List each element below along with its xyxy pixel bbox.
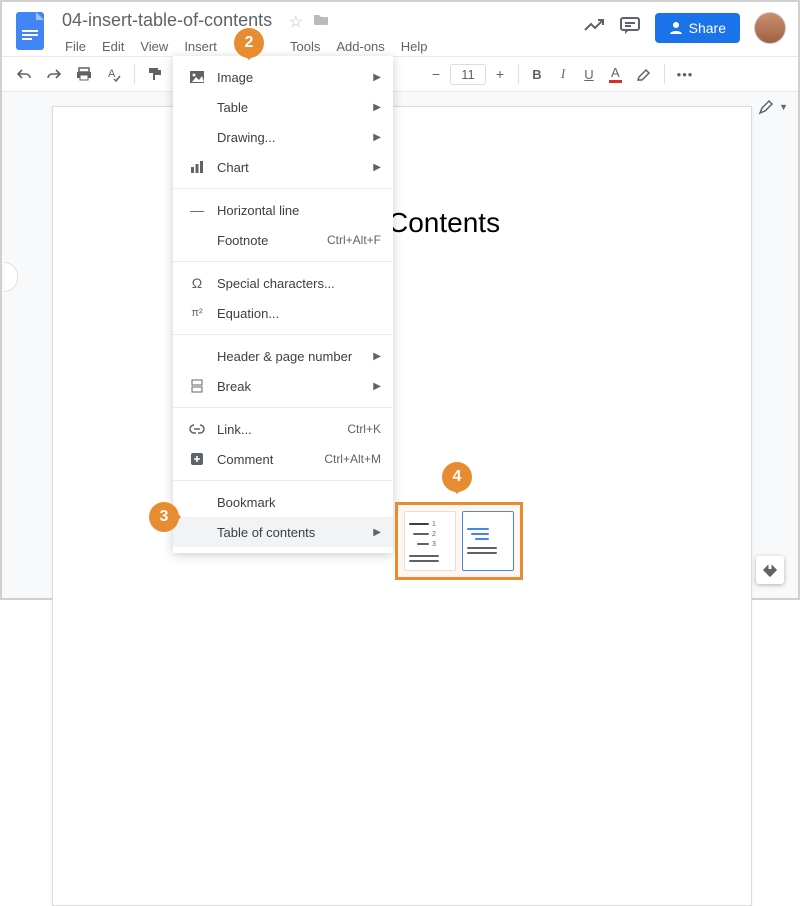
- font-size-dec[interactable]: −: [424, 61, 448, 87]
- bold-button[interactable]: B: [525, 61, 549, 87]
- submenu-arrow-icon: ▶: [373, 102, 381, 113]
- menu-item-image[interactable]: Image ▶: [173, 62, 393, 92]
- redo-button[interactable]: [40, 61, 68, 87]
- pencil-icon: [755, 96, 777, 118]
- menu-label: Special characters...: [209, 276, 381, 291]
- submenu-arrow-icon: ▶: [373, 351, 381, 362]
- menu-label: Table of contents: [209, 525, 373, 540]
- menu-item-bookmark[interactable]: Bookmark: [173, 487, 393, 517]
- callout-step-2: 2: [234, 28, 264, 58]
- spellcheck-button[interactable]: A: [100, 61, 128, 87]
- explore-button[interactable]: [756, 556, 784, 584]
- submenu-arrow-icon: ▶: [373, 132, 381, 143]
- svg-text:A: A: [108, 68, 116, 80]
- folder-icon[interactable]: [313, 12, 329, 32]
- menu-item-special-chars[interactable]: Ω Special characters...: [173, 268, 393, 298]
- menubar: File Edit View Insert Format Tools Add-o…: [58, 35, 583, 58]
- caret-down-icon: ▼: [779, 102, 788, 112]
- callout-step-4: 4: [442, 462, 472, 492]
- submenu-arrow-icon: ▶: [373, 381, 381, 392]
- paint-format-button[interactable]: [141, 61, 169, 87]
- add-comment-icon: [185, 452, 209, 466]
- toc-option-links[interactable]: [462, 511, 514, 571]
- menu-item-drawing[interactable]: Drawing... ▶: [173, 122, 393, 152]
- link-icon: [185, 424, 209, 434]
- menu-addons[interactable]: Add-ons: [329, 35, 391, 58]
- menu-item-link[interactable]: Link... Ctrl+K: [173, 414, 393, 444]
- menu-item-header-page-number[interactable]: Header & page number ▶: [173, 341, 393, 371]
- toc-submenu: 1 2 3: [395, 502, 523, 580]
- print-button[interactable]: [70, 61, 98, 87]
- omega-icon: Ω: [185, 275, 209, 291]
- menu-item-footnote[interactable]: Footnote Ctrl+Alt+F: [173, 225, 393, 255]
- menu-item-table-of-contents[interactable]: Table of contents ▶: [173, 517, 393, 547]
- app-header: 04-insert-table-of-contents ☆ File Edit …: [2, 2, 798, 56]
- outline-toggle[interactable]: [4, 262, 18, 292]
- menu-view[interactable]: View: [133, 35, 175, 58]
- submenu-arrow-icon: ▶: [373, 527, 381, 538]
- chart-icon: [185, 160, 209, 174]
- menu-label: Bookmark: [209, 495, 381, 510]
- callout-step-3: 3: [149, 502, 179, 532]
- title-area: 04-insert-table-of-contents ☆ File Edit …: [58, 8, 583, 58]
- page-break-icon: [185, 379, 209, 393]
- text-color-button[interactable]: A: [603, 61, 628, 87]
- menu-item-horizontal-line[interactable]: — Horizontal line: [173, 195, 393, 225]
- menu-file[interactable]: File: [58, 35, 93, 58]
- line-icon: —: [185, 202, 209, 218]
- pi-icon: π²: [185, 307, 209, 319]
- underline-button[interactable]: U: [577, 61, 601, 87]
- menu-item-chart[interactable]: Chart ▶: [173, 152, 393, 182]
- docs-logo-icon[interactable]: [14, 8, 50, 56]
- menu-item-equation[interactable]: π² Equation...: [173, 298, 393, 328]
- menu-label: Break: [209, 379, 373, 394]
- star-icon[interactable]: ☆: [289, 12, 303, 32]
- menu-insert[interactable]: Insert: [177, 35, 224, 58]
- menu-label: Table: [209, 100, 373, 115]
- font-size-inc[interactable]: +: [488, 61, 512, 87]
- menu-label: Drawing...: [209, 130, 373, 145]
- toolbar: A − 11 + B I U A •••: [2, 56, 798, 92]
- undo-button[interactable]: [10, 61, 38, 87]
- menu-item-comment[interactable]: Comment Ctrl+Alt+M: [173, 444, 393, 474]
- menu-item-table[interactable]: Table ▶: [173, 92, 393, 122]
- menu-label: Horizontal line: [209, 203, 381, 218]
- toc-option-page-numbers[interactable]: 1 2 3: [404, 511, 456, 571]
- insert-menu-dropdown: Image ▶ Table ▶ Drawing... ▶ Chart ▶ — H…: [173, 56, 393, 553]
- menu-label: Footnote: [209, 233, 327, 248]
- menu-label: Comment: [209, 452, 324, 467]
- menu-edit[interactable]: Edit: [95, 35, 131, 58]
- menu-label: Link...: [209, 422, 347, 437]
- menu-shortcut: Ctrl+Alt+M: [324, 452, 381, 466]
- comments-icon[interactable]: [619, 16, 641, 41]
- editing-mode-button[interactable]: ▼: [755, 96, 788, 118]
- image-icon: [185, 70, 209, 84]
- menu-label: Chart: [209, 160, 373, 175]
- menu-item-break[interactable]: Break ▶: [173, 371, 393, 401]
- submenu-arrow-icon: ▶: [373, 72, 381, 83]
- italic-button[interactable]: I: [551, 61, 575, 87]
- highlight-button[interactable]: [630, 61, 658, 87]
- user-avatar[interactable]: [754, 12, 786, 44]
- font-size-input[interactable]: 11: [450, 64, 486, 85]
- menu-shortcut: Ctrl+K: [347, 422, 381, 436]
- submenu-arrow-icon: ▶: [373, 162, 381, 173]
- toolbar-more[interactable]: •••: [671, 61, 700, 87]
- share-button[interactable]: Share: [655, 13, 740, 43]
- menu-tools[interactable]: Tools: [283, 35, 327, 58]
- menu-label: Header & page number: [209, 349, 373, 364]
- share-label: Share: [689, 20, 726, 36]
- menu-label: Equation...: [209, 306, 381, 321]
- menu-help[interactable]: Help: [394, 35, 435, 58]
- page-heading-text: Contents: [53, 107, 751, 319]
- menu-shortcut: Ctrl+Alt+F: [327, 233, 381, 247]
- menu-label: Image: [209, 70, 373, 85]
- activity-icon[interactable]: [583, 18, 605, 39]
